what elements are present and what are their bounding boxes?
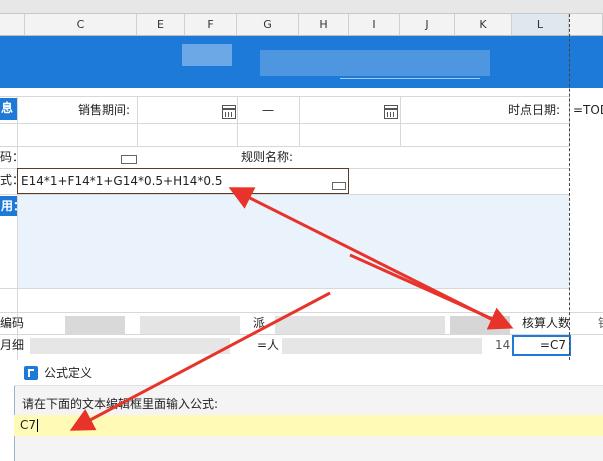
annotation-arrows bbox=[69, 187, 514, 431]
arrow-to-input bbox=[69, 291, 331, 431]
arrow-to-selected-cell bbox=[349, 253, 514, 330]
